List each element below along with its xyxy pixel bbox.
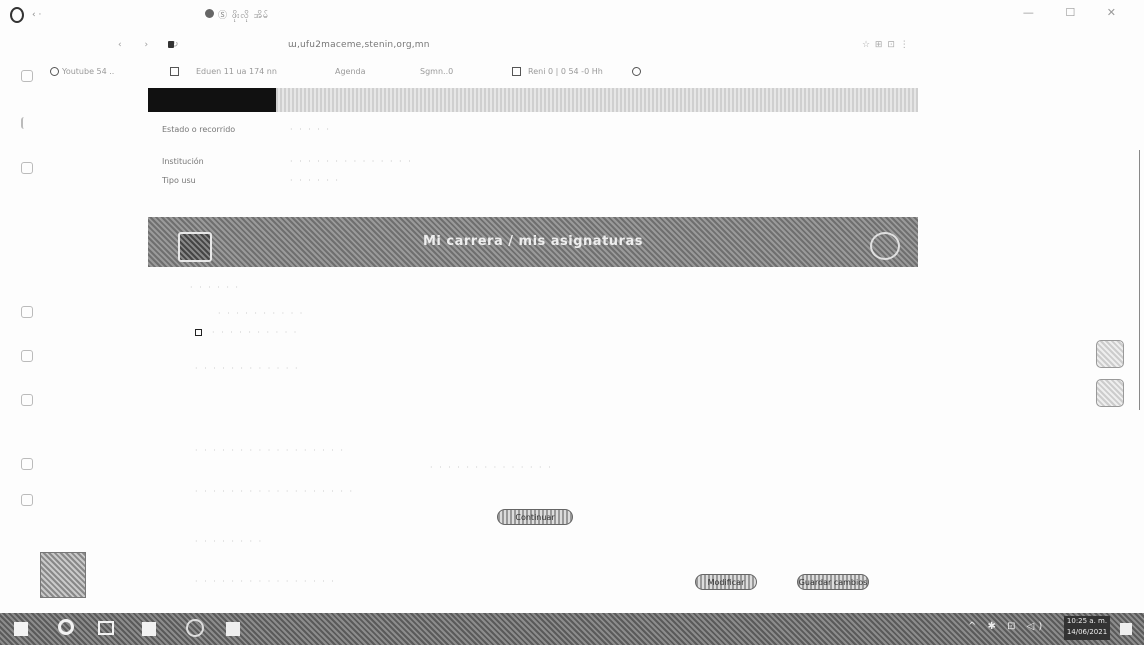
tab-favicon-icon bbox=[205, 9, 214, 18]
sidebar-speed-dial-icon[interactable] bbox=[21, 70, 33, 82]
bookmark-item[interactable]: Agenda bbox=[335, 67, 366, 76]
save-changes-button[interactable]: Guardar cambios bbox=[797, 574, 869, 590]
windows-start-icon[interactable] bbox=[14, 622, 28, 636]
site-logo-block[interactable] bbox=[148, 88, 276, 112]
notifications-icon[interactable] bbox=[1120, 623, 1132, 635]
checkbox-icon[interactable] bbox=[195, 329, 202, 336]
sidebar-settings-icon[interactable] bbox=[21, 458, 33, 470]
system-tray[interactable]: ^ ✱ ⊡ ◁) bbox=[968, 621, 1046, 632]
help-icon[interactable] bbox=[1096, 379, 1124, 407]
file-explorer-icon[interactable] bbox=[142, 622, 156, 636]
sub-line: · · · · · · bbox=[190, 283, 240, 292]
sidebar-bookmarks-icon[interactable] bbox=[21, 350, 33, 362]
modify-button[interactable]: Modificar bbox=[695, 574, 757, 590]
search-icon[interactable] bbox=[58, 619, 74, 635]
sidebar-extension-icon[interactable] bbox=[21, 494, 33, 506]
lock-icon[interactable] bbox=[168, 41, 174, 48]
content-line: · · · · · · · · · · · · · · bbox=[430, 463, 553, 472]
bookmark-item[interactable]: Sgmn..0 bbox=[420, 67, 453, 76]
content-line: · · · · · · · · bbox=[195, 537, 264, 546]
clock-time: 10:25 a. m. bbox=[1066, 617, 1108, 625]
info-value: · · · · · bbox=[290, 125, 331, 134]
info-label: Tipo usu bbox=[162, 176, 196, 185]
bookmark-item[interactable]: Reni 0 | 0 54 -0 Hh bbox=[528, 67, 603, 76]
content-line: · · · · · · · · · · · · · · · · bbox=[195, 577, 336, 586]
content-line: · · · · · · · · · · · · · · · · · bbox=[195, 446, 345, 455]
clock-date: 14/06/2021 bbox=[1066, 628, 1108, 636]
sidebar-send-icon[interactable] bbox=[21, 394, 33, 406]
info-label: Estado o recorrido bbox=[162, 125, 236, 134]
tab-back-icon[interactable]: ‹ · bbox=[32, 10, 41, 20]
info-value: · · · · · · · · · · · · · · bbox=[290, 157, 413, 166]
sidebar-history-icon[interactable] bbox=[21, 306, 33, 318]
window-controls[interactable]: — ☐ ✕ bbox=[1023, 6, 1130, 19]
bookmark-image-icon bbox=[512, 67, 521, 76]
taskbar-clock[interactable]: 10:25 a. m. 14/06/2021 bbox=[1064, 616, 1110, 640]
info-value: · · · · · · bbox=[290, 176, 340, 185]
banner-title: Mi carrera / mis asignaturas bbox=[423, 234, 643, 249]
bookmark-youtube-icon bbox=[50, 67, 59, 76]
tab-bar: ‹ · Ⓢ ဖိုးလို အိမ် — ☐ ✕ bbox=[0, 0, 1144, 32]
content-line: · · · · · · · · · · · · · · · · · · bbox=[195, 487, 355, 496]
sidebar-arrow-icon[interactable] bbox=[21, 117, 33, 129]
nav-buttons[interactable]: ‹ › ↻ bbox=[118, 40, 188, 50]
sidebar-messenger-icon[interactable] bbox=[21, 162, 33, 174]
content-line: · · · · · · · · · · · · bbox=[195, 364, 300, 373]
bookmark-item[interactable]: Eduen 11 ua 174 nn bbox=[196, 67, 277, 76]
bookmark-doc-icon bbox=[170, 67, 179, 76]
address-bar-actions[interactable]: ☆ ⊞ ⊡ ⋮ bbox=[862, 40, 910, 50]
url-field[interactable]: ա,ufu2maceme,stenin,org,mn bbox=[288, 40, 430, 50]
share-icon[interactable] bbox=[870, 232, 900, 260]
opera-taskbar-icon[interactable] bbox=[186, 619, 204, 637]
sub-line[interactable]: · · · · · · · · · · bbox=[212, 328, 298, 337]
continue-button[interactable]: Continuar bbox=[497, 509, 573, 525]
tab-title[interactable]: Ⓢ ဖိုးလို အိမ် bbox=[218, 8, 269, 23]
bookmark-item[interactable]: Youtube 54 .. bbox=[62, 67, 114, 76]
bookmark-globe-icon bbox=[632, 67, 641, 76]
sub-line[interactable]: · · · · · · · · · · bbox=[218, 309, 304, 318]
scrollbar[interactable] bbox=[1139, 150, 1140, 410]
chat-avatar-icon[interactable] bbox=[40, 552, 86, 598]
info-label: Institución bbox=[162, 157, 204, 166]
app-taskbar-icon[interactable] bbox=[226, 622, 240, 636]
accessibility-icon[interactable] bbox=[1096, 340, 1124, 368]
task-view-icon[interactable] bbox=[98, 621, 114, 635]
opera-logo-icon[interactable] bbox=[10, 7, 24, 23]
